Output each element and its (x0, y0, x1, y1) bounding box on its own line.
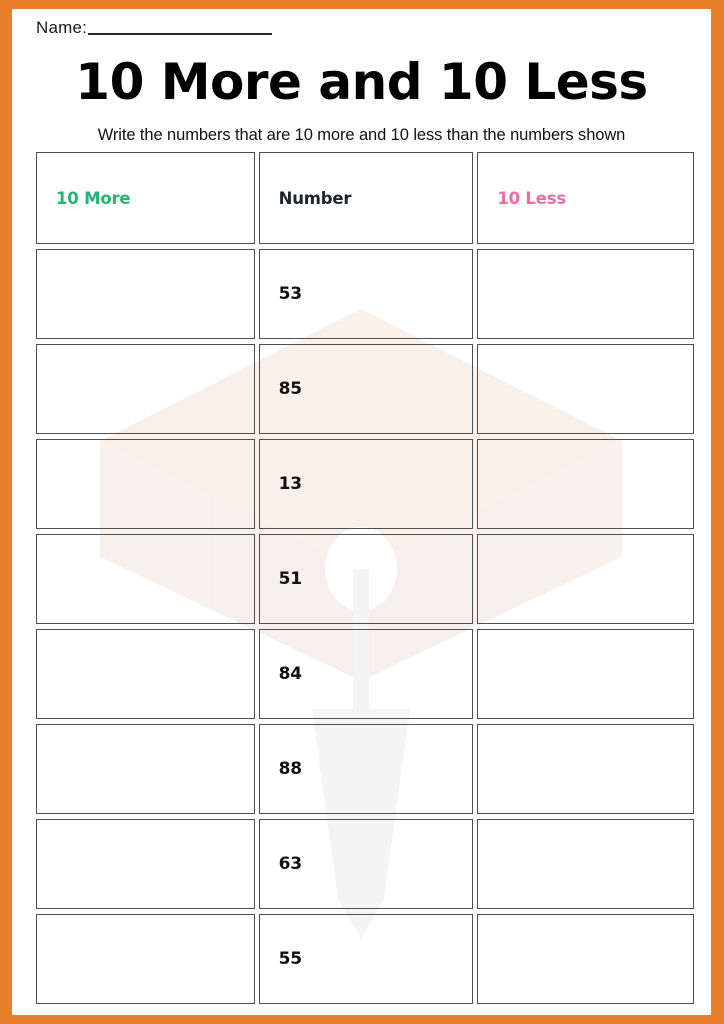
answer-cell-10-less[interactable] (477, 724, 694, 814)
worksheet-table: 10 More Number 10 Less 53 85 13 51 84 88… (36, 152, 694, 1004)
page-border-right (711, 0, 724, 1024)
column-header-number: Number (258, 152, 474, 244)
given-number-value: 55 (278, 949, 302, 969)
page-border-bottom (0, 1015, 724, 1024)
column-header-10-less-label: 10 Less (497, 188, 566, 208)
page-title: 10 More and 10 Less (75, 53, 648, 111)
table-header-row: 10 More Number 10 Less (36, 152, 694, 244)
table-row: 88 (36, 724, 694, 814)
answer-cell-10-less[interactable] (477, 249, 694, 339)
table-row: 55 (36, 914, 694, 1004)
table-row: 51 (36, 534, 694, 624)
given-number-cell: 51 (258, 534, 474, 624)
worksheet-body: Name: 10 More and 10 Less Write the numb… (12, 9, 711, 1015)
given-number-value: 85 (278, 379, 302, 399)
answer-cell-10-more[interactable] (36, 439, 255, 529)
given-number-value: 53 (278, 284, 302, 304)
table-row: 13 (36, 439, 694, 529)
given-number-cell: 84 (258, 629, 474, 719)
worksheet-page: Name: 10 More and 10 Less Write the numb… (0, 0, 724, 1024)
given-number-cell: 88 (258, 724, 474, 814)
given-number-cell: 13 (258, 439, 474, 529)
answer-cell-10-more[interactable] (36, 344, 255, 434)
answer-cell-10-more[interactable] (36, 819, 255, 909)
given-number-value: 84 (278, 664, 302, 684)
given-number-cell: 53 (258, 249, 474, 339)
given-number-cell: 55 (258, 914, 474, 1004)
column-header-10-more-label: 10 More (56, 188, 131, 208)
page-border-top (0, 0, 724, 9)
answer-cell-10-more[interactable] (36, 249, 255, 339)
answer-cell-10-more[interactable] (36, 914, 255, 1004)
answer-cell-10-less[interactable] (477, 629, 694, 719)
given-number-value: 13 (278, 474, 302, 494)
given-number-value: 51 (278, 569, 302, 589)
name-field-row: Name: (36, 18, 273, 38)
table-row: 84 (36, 629, 694, 719)
answer-cell-10-less[interactable] (477, 344, 694, 434)
answer-cell-10-less[interactable] (477, 914, 694, 1004)
given-number-value: 88 (278, 759, 302, 779)
given-number-cell: 63 (258, 819, 474, 909)
given-number-value: 63 (278, 854, 302, 874)
table-row: 85 (36, 344, 694, 434)
instruction-text: Write the numbers that are 10 more and 1… (97, 126, 626, 144)
answer-cell-10-less[interactable] (477, 819, 694, 909)
answer-cell-10-less[interactable] (477, 534, 694, 624)
answer-cell-10-more[interactable] (36, 534, 255, 624)
name-label: Name: (36, 18, 88, 37)
table-row: 63 (36, 819, 694, 909)
answer-cell-10-less[interactable] (477, 439, 694, 529)
table-row: 53 (36, 249, 694, 339)
column-header-10-less: 10 Less (477, 152, 694, 244)
answer-cell-10-more[interactable] (36, 724, 255, 814)
page-border-left (0, 0, 12, 1024)
name-input-line[interactable] (88, 33, 273, 35)
column-header-number-label: Number (278, 188, 352, 208)
column-header-10-more: 10 More (36, 152, 255, 244)
answer-cell-10-more[interactable] (36, 629, 255, 719)
given-number-cell: 85 (258, 344, 474, 434)
